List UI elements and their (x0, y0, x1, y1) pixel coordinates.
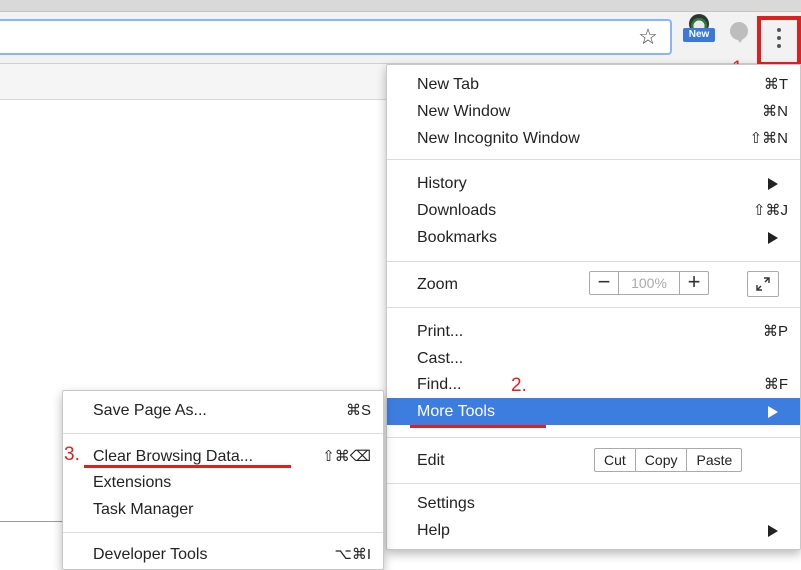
menu-item-history[interactable]: History (387, 170, 800, 197)
clear-browsing-underline (84, 465, 291, 468)
zoom-label: Zoom (417, 276, 458, 293)
menu-item-find[interactable]: Find... ⌘F (387, 371, 800, 398)
extension-new-badge: New (683, 28, 715, 42)
menu-item-new-window[interactable]: New Window ⌘N (387, 98, 800, 125)
zoom-in-button[interactable]: + (680, 271, 708, 294)
more-tools-underline (410, 425, 546, 428)
menu-item-save-page-as[interactable]: Save Page As... ⌘S (63, 397, 383, 424)
menu-edit-row: Edit Cut Copy Paste (387, 443, 800, 477)
extension-icon[interactable]: New (683, 14, 715, 44)
window-title-strip (0, 0, 801, 12)
menu-item-cast[interactable]: Cast... (387, 345, 800, 372)
menu-item-bookmarks[interactable]: Bookmarks (387, 224, 800, 251)
menu-separator (387, 307, 800, 308)
submenu-arrow-icon (768, 525, 778, 537)
menu-separator (387, 261, 800, 262)
paste-button[interactable]: Paste (686, 449, 741, 471)
menu-item-more-tools[interactable]: More Tools (387, 398, 800, 425)
step-2-annotation: 2. (511, 375, 527, 396)
edit-button-group: Cut Copy Paste (594, 448, 743, 472)
menu-separator (387, 159, 800, 160)
menu-item-new-tab[interactable]: New Tab ⌘T (387, 71, 800, 98)
menu-separator (387, 437, 800, 438)
submenu-arrow-icon (768, 178, 778, 190)
more-tools-submenu: Save Page As... ⌘S Clear Browsing Data..… (62, 390, 384, 570)
submenu-arrow-icon (768, 406, 778, 418)
step-3-annotation: 3. (64, 444, 80, 465)
profile-bubble-icon[interactable] (729, 22, 751, 44)
address-bar[interactable]: ☆ (0, 19, 672, 55)
menu-item-developer-tools[interactable]: Developer Tools ⌥⌘I (63, 541, 383, 568)
menu-item-settings[interactable]: Settings (387, 490, 800, 517)
browser-toolbar: ☆ (0, 12, 801, 64)
menu-item-print[interactable]: Print... ⌘P (387, 318, 800, 345)
edit-label: Edit (417, 452, 445, 469)
menu-item-extensions[interactable]: Extensions (63, 469, 383, 496)
submenu-arrow-icon (768, 232, 778, 244)
menu-separator (63, 433, 383, 434)
zoom-value: 100% (618, 272, 680, 294)
zoom-out-button[interactable]: − (590, 271, 618, 294)
menu-item-downloads[interactable]: Downloads ⇧⌘J (387, 197, 800, 224)
fullscreen-button[interactable] (747, 271, 779, 297)
browser-window: ☆ New 1. New Tab ⌘T New Window ⌘N New In… (0, 0, 801, 570)
chrome-menu-button[interactable] (757, 16, 801, 66)
cut-button[interactable]: Cut (595, 449, 635, 471)
kebab-icon (777, 28, 781, 54)
menu-item-new-incognito-window[interactable]: New Incognito Window ⇧⌘N (387, 125, 800, 152)
fullscreen-icon (756, 277, 770, 291)
menu-separator (387, 483, 800, 484)
menu-item-task-manager[interactable]: Task Manager (63, 496, 383, 523)
chrome-main-menu: New Tab ⌘T New Window ⌘N New Incognito W… (386, 64, 801, 550)
menu-separator (63, 532, 383, 533)
star-icon[interactable]: ☆ (636, 25, 660, 49)
menu-item-help[interactable]: Help (387, 517, 800, 544)
menu-zoom-row: Zoom − 100% + (387, 267, 800, 301)
zoom-control: − 100% + (589, 271, 709, 295)
copy-button[interactable]: Copy (634, 449, 687, 471)
